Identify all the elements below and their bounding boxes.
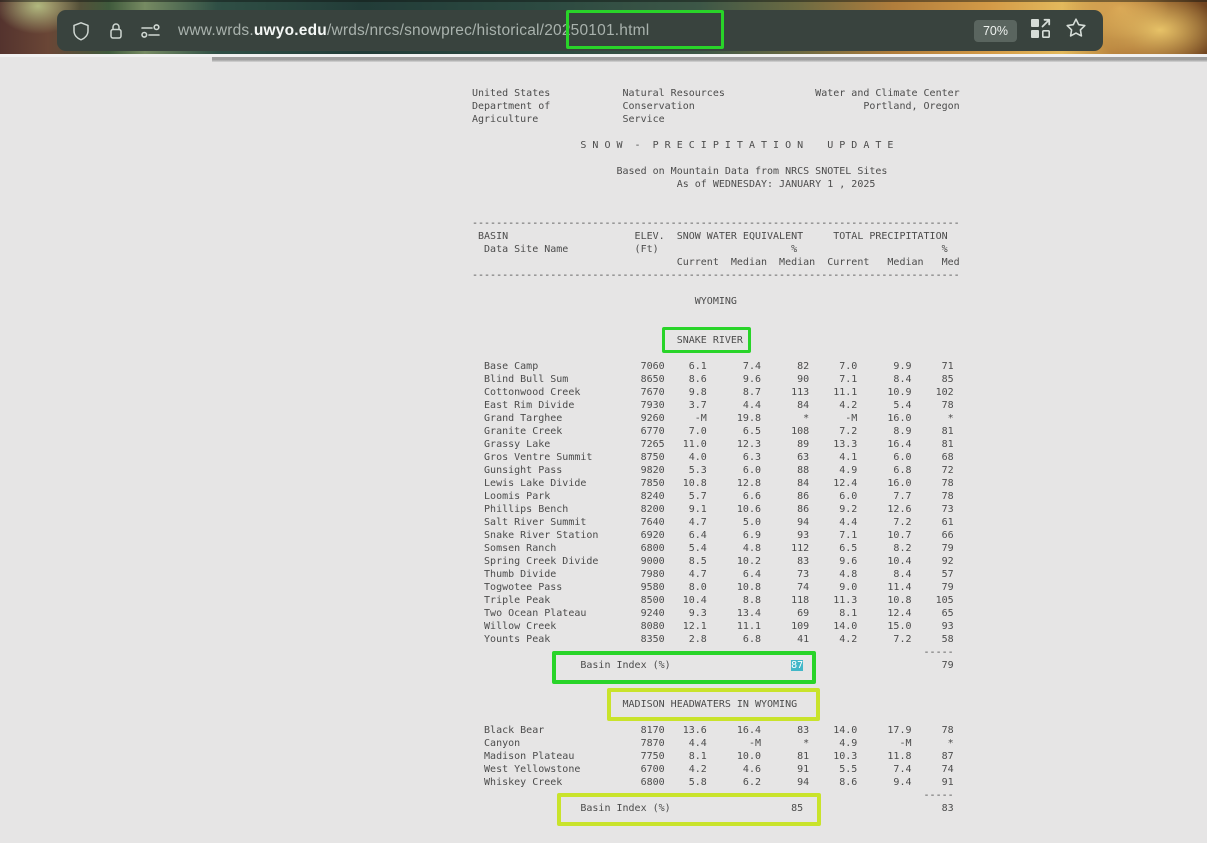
frame-top-border [212, 57, 1207, 62]
url-path: /wrds/nrcs/snowprec/historical/ [327, 22, 544, 39]
panels-button[interactable] [1030, 18, 1051, 44]
url-prefix: www.wrds. [178, 22, 254, 39]
shield-button[interactable] [71, 21, 91, 41]
report-pre[interactable]: United States Natural Resources Water an… [472, 87, 960, 815]
url-domain: uwyo.edu [254, 22, 327, 39]
bookmark-star-icon [1065, 26, 1087, 43]
lock-button[interactable] [106, 21, 126, 41]
zoom-reset-button[interactable]: 70% [974, 20, 1017, 42]
panels-arrow-icon [1030, 26, 1051, 43]
shield-icon [71, 21, 91, 41]
lock-icon [106, 21, 126, 41]
bookmark-button[interactable] [1065, 17, 1087, 44]
browser-url-bar: www.wrds.uwyo.edu/wrds/nrcs/snowprec/his… [57, 10, 1103, 51]
web-page: United States Natural Resources Water an… [0, 54, 1207, 843]
permissions-icon [140, 21, 162, 41]
selected-basin-index-value: 87 [791, 660, 803, 671]
url-field[interactable]: www.wrds.uwyo.edu/wrds/nrcs/snowprec/his… [178, 22, 974, 40]
url-file: 20250101.html [544, 22, 649, 39]
permissions-button[interactable] [141, 21, 161, 41]
